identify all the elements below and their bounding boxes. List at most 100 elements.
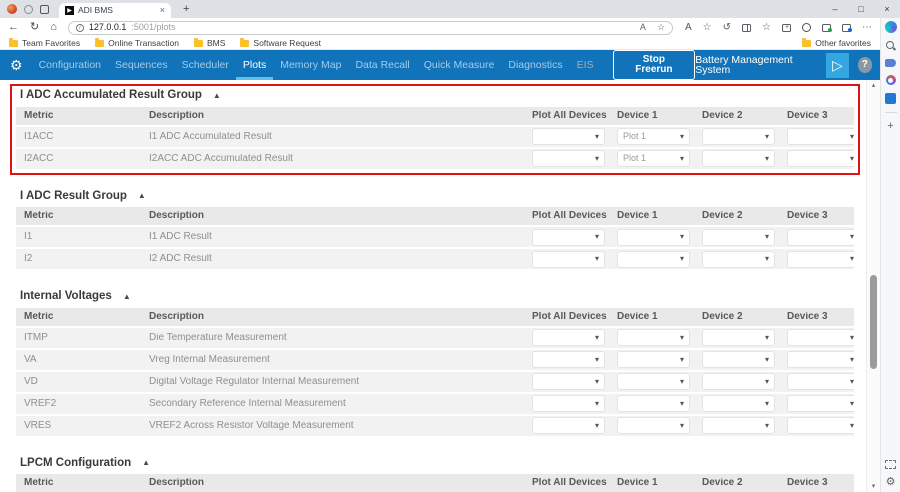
refresh-icon[interactable]: ↻ xyxy=(30,22,39,33)
other-favorites[interactable]: Other favorites xyxy=(802,39,871,48)
tab-close-icon[interactable]: × xyxy=(160,6,165,15)
help-button[interactable]: ? xyxy=(858,57,872,73)
stop-freerun-button[interactable]: Stop Freerun xyxy=(613,50,696,80)
nav-item-data-recall[interactable]: Data Recall xyxy=(348,50,416,80)
device1-select[interactable]: ▾ xyxy=(617,329,690,346)
nav-item-scheduler[interactable]: Scheduler xyxy=(175,50,236,80)
device1-select[interactable]: ▾ xyxy=(617,373,690,390)
sidebar-settings-gear-icon[interactable]: ⚙ xyxy=(886,477,896,488)
history-icon[interactable]: ↺ xyxy=(723,23,731,33)
rewards-icon[interactable] xyxy=(886,75,896,85)
play-button[interactable]: ▷ xyxy=(826,53,849,78)
page-scrollbar[interactable]: ▴ ▾ xyxy=(866,80,880,492)
device1-select[interactable]: ▾ xyxy=(617,351,690,368)
collapse-arrow-icon[interactable]: ▲ xyxy=(213,92,221,100)
nav-item-diagnostics[interactable]: Diagnostics xyxy=(501,50,569,80)
device1-select[interactable]: ▾ xyxy=(617,395,690,412)
group-header[interactable]: I ADC Result Group▲ xyxy=(16,187,854,208)
nav-item-plots[interactable]: Plots xyxy=(236,50,273,80)
device3-select[interactable]: ▾ xyxy=(787,417,854,434)
collections-icon[interactable] xyxy=(782,24,791,32)
site-info-icon[interactable]: i xyxy=(76,24,84,32)
browser-essentials-icon[interactable] xyxy=(802,23,811,32)
read-aloud-icon[interactable]: A xyxy=(640,23,646,32)
device3-select[interactable]: ▾ xyxy=(787,150,854,167)
search-icon[interactable] xyxy=(886,41,896,51)
workspaces-icon[interactable] xyxy=(24,5,33,14)
device1-select[interactable]: ▾ xyxy=(617,229,690,246)
device2-select[interactable]: ▾ xyxy=(702,128,775,145)
scrollbar-thumb[interactable] xyxy=(870,275,877,369)
device2-select[interactable]: ▾ xyxy=(702,229,775,246)
m365-app-icon[interactable] xyxy=(885,93,896,104)
device1-select[interactable]: Plot 1▾ xyxy=(617,128,690,145)
read-aloud-icon[interactable]: A xyxy=(685,23,692,33)
plot_all-select[interactable]: ▾ xyxy=(532,329,605,346)
back-icon[interactable]: ← xyxy=(8,22,19,33)
device2-select[interactable]: ▾ xyxy=(702,417,775,434)
collapse-arrow-icon[interactable]: ▲ xyxy=(138,192,146,200)
plot_all-select[interactable]: ▾ xyxy=(532,351,605,368)
device2-select[interactable]: ▾ xyxy=(702,251,775,268)
device3-select[interactable]: ▾ xyxy=(787,251,854,268)
favorite-star-icon[interactable]: ☆ xyxy=(703,23,712,33)
plot_all-select[interactable]: ▾ xyxy=(532,128,605,145)
address-bar[interactable]: i 127.0.0.1:5001/plots A ☆ xyxy=(68,21,673,35)
copilot-icon[interactable] xyxy=(885,21,897,33)
device2-select[interactable]: ▾ xyxy=(702,329,775,346)
tab-actions-icon[interactable] xyxy=(40,5,49,14)
plot_all-select[interactable]: ▾ xyxy=(532,417,605,434)
scroll-down-icon[interactable]: ▾ xyxy=(867,483,880,490)
device2-select[interactable]: ▾ xyxy=(702,351,775,368)
collapse-arrow-icon[interactable]: ▲ xyxy=(142,459,150,467)
favorite-star-icon[interactable]: ☆ xyxy=(657,23,665,32)
edge-blue-badge-icon[interactable] xyxy=(842,24,851,32)
group-header[interactable]: LPCM Configuration▲ xyxy=(16,454,854,475)
profile-avatar-icon[interactable] xyxy=(7,4,17,14)
bookmark-item[interactable]: BMS xyxy=(194,39,225,48)
collapse-arrow-icon[interactable]: ▲ xyxy=(123,293,131,301)
device1-select[interactable]: ▾ xyxy=(617,417,690,434)
group-header[interactable]: Internal Voltages▲ xyxy=(16,287,854,308)
bookmark-item[interactable]: Team Favorites xyxy=(9,39,80,48)
plot_all-select[interactable]: ▾ xyxy=(532,395,605,412)
nav-item-memory-map[interactable]: Memory Map xyxy=(273,50,348,80)
nav-item-eis[interactable]: EIS xyxy=(570,50,601,80)
device3-select[interactable]: ▾ xyxy=(787,128,854,145)
device1-select[interactable]: Plot 1▾ xyxy=(617,150,690,167)
nav-item-configuration[interactable]: Configuration xyxy=(32,50,108,80)
plot_all-select[interactable]: ▾ xyxy=(532,150,605,167)
home-icon[interactable]: ⌂ xyxy=(50,22,57,33)
shopping-tag-icon[interactable] xyxy=(885,59,896,67)
group-header[interactable]: I ADC Accumulated Result Group▲ xyxy=(16,86,854,107)
maximize-button[interactable]: □ xyxy=(848,5,874,14)
bookmark-item[interactable]: Online Transaction xyxy=(95,39,179,48)
more-menu-icon[interactable]: ⋯ xyxy=(862,23,872,33)
browser-tab[interactable]: ▶ ADI BMS × xyxy=(59,3,171,18)
nav-item-sequences[interactable]: Sequences xyxy=(108,50,175,80)
favorites-bar-icon[interactable]: ☆ xyxy=(762,23,771,33)
device2-select[interactable]: ▾ xyxy=(702,395,775,412)
minimize-button[interactable]: – xyxy=(822,5,848,14)
split-screen-icon[interactable] xyxy=(742,24,751,32)
settings-gear-icon[interactable]: ⚙ xyxy=(10,58,23,72)
scroll-up-icon[interactable]: ▴ xyxy=(867,82,880,89)
new-tab-button[interactable]: + xyxy=(183,4,189,15)
device2-select[interactable]: ▾ xyxy=(702,373,775,390)
device3-select[interactable]: ▾ xyxy=(787,329,854,346)
add-sidebar-app-icon[interactable]: + xyxy=(887,121,893,132)
bookmark-item[interactable]: Software Request xyxy=(240,39,321,48)
device2-select[interactable]: ▾ xyxy=(702,150,775,167)
screenshot-icon[interactable] xyxy=(885,460,896,469)
device3-select[interactable]: ▾ xyxy=(787,373,854,390)
extension-green-badge-icon[interactable] xyxy=(822,24,831,32)
close-button[interactable]: × xyxy=(874,5,900,14)
plot_all-select[interactable]: ▾ xyxy=(532,251,605,268)
plot_all-select[interactable]: ▾ xyxy=(532,373,605,390)
device3-select[interactable]: ▾ xyxy=(787,395,854,412)
plot_all-select[interactable]: ▾ xyxy=(532,229,605,246)
device1-select[interactable]: ▾ xyxy=(617,251,690,268)
device3-select[interactable]: ▾ xyxy=(787,229,854,246)
device3-select[interactable]: ▾ xyxy=(787,351,854,368)
nav-item-quick-measure[interactable]: Quick Measure xyxy=(417,50,502,80)
